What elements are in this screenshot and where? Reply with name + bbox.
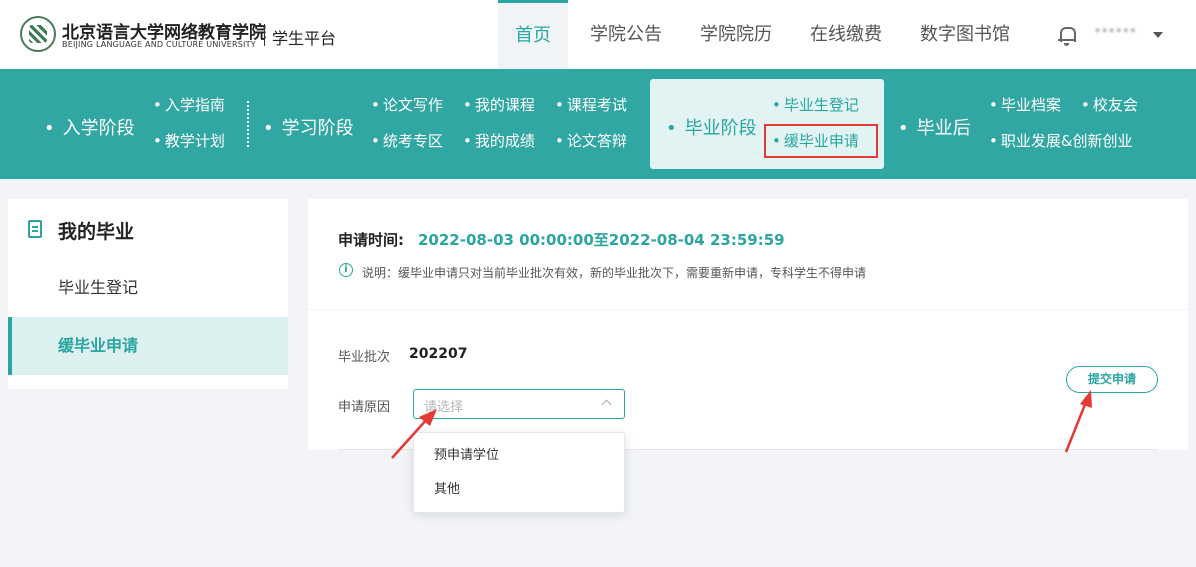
batch-label: 毕业批次 bbox=[338, 350, 391, 365]
brand-divider bbox=[264, 24, 265, 46]
brand-name-en: BEIJING LANGUAGE AND CULTURE UNIVERSITY bbox=[62, 40, 256, 49]
bell-icon[interactable] bbox=[1058, 26, 1076, 44]
info-icon: i bbox=[339, 263, 353, 277]
user-name[interactable]: •••••• bbox=[1094, 24, 1136, 38]
sub-unified-exam[interactable]: 统考专区 bbox=[371, 130, 443, 151]
university-logo-icon[interactable] bbox=[20, 16, 56, 52]
batch-value: 202207 bbox=[409, 346, 468, 362]
sub-thesis-defense[interactable]: 论文答辩 bbox=[555, 130, 627, 151]
sidebar-title: 我的毕业 bbox=[58, 221, 135, 243]
sidebar-item-graduate-registration[interactable]: 毕业生登记 bbox=[8, 259, 288, 317]
stage-enrollment[interactable]: 入学阶段 bbox=[44, 114, 135, 140]
highlight-box bbox=[764, 124, 878, 158]
platform-name: 学生平台 bbox=[272, 29, 337, 48]
reason-select-placeholder: 请选择 bbox=[424, 400, 464, 415]
stage-study[interactable]: 学习阶段 bbox=[263, 114, 354, 140]
document-icon bbox=[28, 220, 42, 238]
nav-home[interactable]: 首页 bbox=[498, 0, 568, 69]
reason-option-degree[interactable]: 预申请学位 bbox=[414, 439, 624, 473]
stage-after-graduation[interactable]: 毕业后 bbox=[898, 114, 971, 140]
sub-thesis-writing[interactable]: 论文写作 bbox=[371, 94, 443, 115]
sub-my-courses[interactable]: 我的课程 bbox=[463, 94, 535, 115]
reason-option-other[interactable]: 其他 bbox=[414, 473, 624, 507]
application-form: 毕业批次 202207 申请原因 请选择 提交申请 bbox=[308, 310, 1188, 450]
nav-calendar[interactable]: 学院院历 bbox=[690, 0, 782, 69]
nav-payment[interactable]: 在线缴费 bbox=[800, 0, 892, 69]
chevron-up-icon bbox=[601, 399, 612, 410]
sub-graduate-registration[interactable]: 毕业生登记 bbox=[772, 94, 859, 115]
application-time-value: 2022-08-03 00:00:00至2022-08-04 23:59:59 bbox=[418, 231, 785, 249]
reason-dropdown: 预申请学位 其他 bbox=[413, 432, 625, 513]
sub-my-grades[interactable]: 我的成绩 bbox=[463, 130, 535, 151]
chevron-down-icon[interactable] bbox=[1153, 32, 1163, 38]
application-time-panel: 申请时间: 2022-08-03 00:00:00至2022-08-04 23:… bbox=[308, 199, 1188, 309]
sub-enrollment-guide[interactable]: 入学指南 bbox=[153, 94, 225, 115]
bell-clapper bbox=[1064, 43, 1069, 46]
stage-graduation[interactable]: 毕业阶段 bbox=[666, 114, 757, 140]
stage-navigation: 入学阶段 入学指南 教学计划 学习阶段 论文写作 我的课程 课程考试 统考专区 … bbox=[0, 69, 1196, 179]
submit-button[interactable]: 提交申请 bbox=[1066, 366, 1158, 393]
nav-library[interactable]: 数字图书馆 bbox=[910, 0, 1020, 69]
sub-course-exam[interactable]: 课程考试 bbox=[555, 94, 627, 115]
reason-label: 申请原因 bbox=[338, 400, 391, 415]
stage-divider bbox=[247, 101, 249, 147]
sub-graduation-archive[interactable]: 毕业档案 bbox=[989, 94, 1061, 115]
top-header: 北京语言大学网络教育学院 BEIJING LANGUAGE AND CULTUR… bbox=[0, 0, 1196, 69]
sidebar: 我的毕业 毕业生登记 缓毕业申请 bbox=[8, 199, 288, 389]
sub-career-development[interactable]: 职业发展&创新创业 bbox=[989, 130, 1133, 151]
nav-announcements[interactable]: 学院公告 bbox=[580, 0, 672, 69]
application-time-label: 申请时间: bbox=[338, 231, 404, 249]
application-note: 说明：缓毕业申请只对当前毕业批次有效，新的毕业批次下，需要重新申请，专科学生不得… bbox=[362, 266, 867, 280]
reason-select[interactable]: 请选择 bbox=[413, 389, 625, 419]
sub-alumni[interactable]: 校友会 bbox=[1081, 94, 1138, 115]
sub-teaching-plan[interactable]: 教学计划 bbox=[153, 130, 225, 151]
sidebar-item-deferred-graduation[interactable]: 缓毕业申请 bbox=[8, 317, 288, 375]
